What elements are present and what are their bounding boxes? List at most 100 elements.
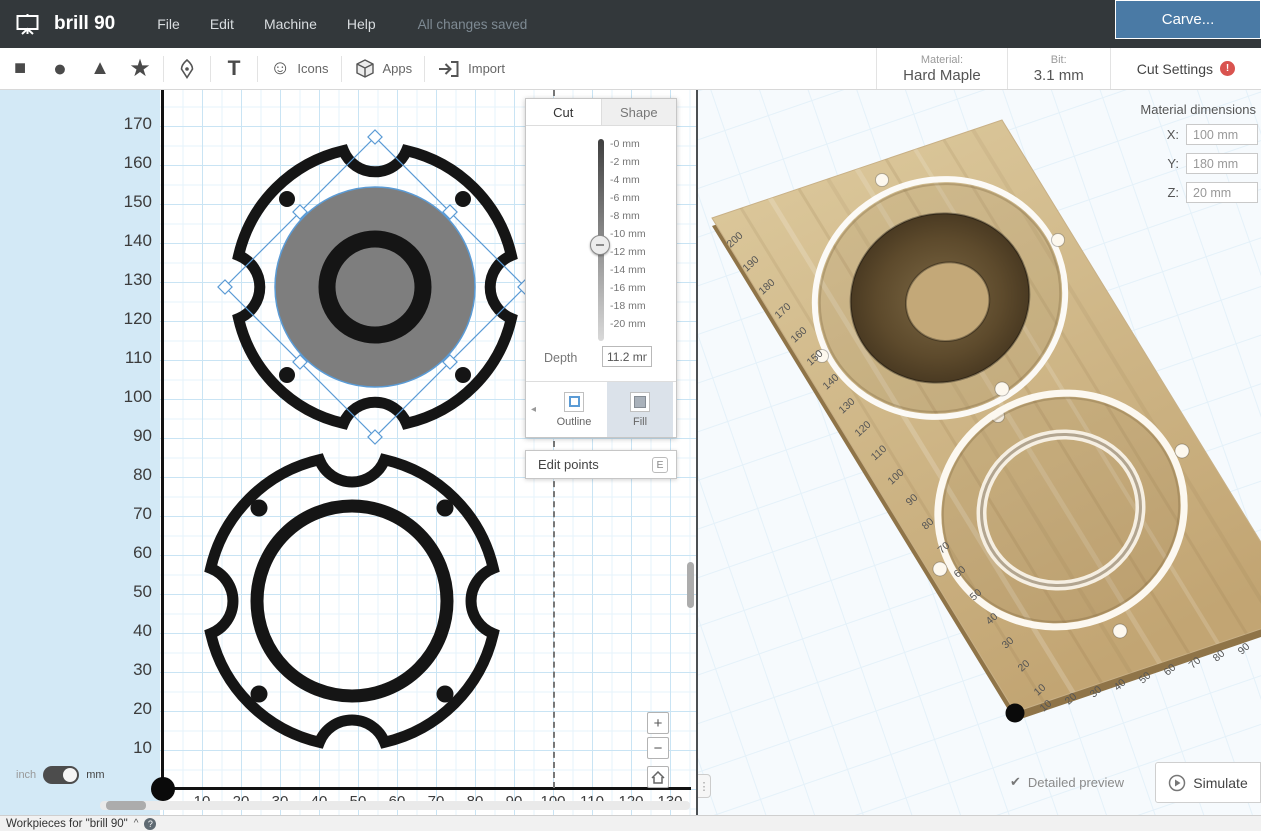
- unit-toggle: inch mm: [16, 766, 105, 784]
- dim-input[interactable]: [1186, 153, 1258, 174]
- scroll-left-icon[interactable]: ◂: [526, 382, 541, 437]
- apps-button[interactable]: Apps: [345, 48, 422, 89]
- depth-tick-label: -2 mm: [610, 156, 640, 168]
- project-title[interactable]: brill 90: [54, 13, 115, 35]
- top-bar: brill 90 File Edit Machine Help All changes…: [0, 0, 1261, 48]
- triangle-tool-button[interactable]: ▲: [80, 48, 120, 89]
- dim-axis-label: Z:: [1167, 185, 1179, 200]
- toolbar-separator: [163, 55, 164, 82]
- bit-label: Bit:: [1050, 53, 1067, 66]
- selected-fill-circle[interactable]: [274, 186, 476, 388]
- detailed-preview-toggle[interactable]: ✔ Detailed preview: [1010, 774, 1124, 790]
- mm-label[interactable]: mm: [86, 769, 104, 781]
- material-selector[interactable]: Material: Hard Maple: [876, 48, 1007, 89]
- import-icon: [439, 60, 459, 77]
- zoom-in-button[interactable]: +: [647, 712, 669, 734]
- pane-divider[interactable]: [696, 90, 698, 815]
- toolbar-separator: [424, 55, 426, 82]
- cut-type-section: ◂ Outline Fill: [526, 381, 676, 437]
- keyboard-shortcut-badge: E: [652, 456, 668, 473]
- depth-tick-label: -8 mm: [610, 210, 640, 222]
- edit-points-label: Edit points: [538, 457, 599, 472]
- import-label: Import: [468, 61, 505, 76]
- depth-tick-label: -18 mm: [610, 300, 646, 312]
- dim-axis-label: X:: [1166, 127, 1179, 142]
- depth-tick-label: -14 mm: [610, 264, 646, 276]
- shape-toolbar: ■ ● ▲ ★ T ☺ Icons Apps Import Material: …: [0, 48, 1261, 90]
- preview-pane[interactable]: 200 190 180 170 160 150 140 130 120 110 100 90 80 70 6…: [698, 90, 1261, 815]
- speaker-shape-top-selected[interactable]: [217, 129, 533, 445]
- circle-tool-button[interactable]: ●: [40, 48, 80, 89]
- outline-option-icon: [564, 391, 584, 412]
- menu-bar: File Edit Machine Help: [157, 16, 375, 32]
- toolbar-separator: [210, 55, 211, 82]
- play-icon: [1169, 774, 1186, 791]
- depth-input[interactable]: [602, 346, 652, 367]
- triangle-icon: ▲: [90, 57, 110, 79]
- depth-tick-label: -4 mm: [610, 174, 640, 186]
- material-dimensions: Material dimensions X: Y: Z:: [1140, 102, 1258, 211]
- material-dimensions-title: Material dimensions: [1140, 102, 1256, 117]
- fill-option-icon: [630, 391, 650, 412]
- depth-tick-label: -20 mm: [610, 318, 646, 330]
- carve-button[interactable]: Carve...: [1115, 0, 1261, 39]
- icons-library-button[interactable]: ☺ Icons: [261, 48, 338, 89]
- menu-edit[interactable]: Edit: [210, 16, 234, 32]
- menu-machine[interactable]: Machine: [264, 16, 317, 32]
- home-icon: [651, 770, 665, 784]
- pen-tool-button[interactable]: [167, 48, 207, 89]
- depth-tick-label: -16 mm: [610, 282, 646, 294]
- easel-app: brill 90 File Edit Machine Help All changes…: [0, 0, 1261, 831]
- design-canvas-pane[interactable]: 1801701601501401301201101009080706050403…: [0, 90, 696, 815]
- material-dim-row: X:: [1140, 124, 1258, 145]
- cut-type-outline[interactable]: Outline: [541, 382, 607, 437]
- circle-icon: ●: [53, 55, 67, 81]
- simulate-button[interactable]: Simulate: [1155, 762, 1261, 803]
- import-button[interactable]: Import: [428, 48, 514, 89]
- detailed-preview-label: Detailed preview: [1027, 774, 1125, 790]
- bit-selector[interactable]: Bit: 3.1 mm: [1006, 48, 1110, 89]
- text-tool-button[interactable]: T: [214, 48, 254, 89]
- vertical-scroll-thumb[interactable]: [687, 562, 694, 608]
- warning-badge-icon: !: [1220, 61, 1235, 76]
- tab-cut[interactable]: Cut: [526, 99, 602, 125]
- depth-slider-handle[interactable]: [590, 235, 610, 255]
- inch-label[interactable]: inch: [16, 769, 36, 781]
- easel-logo-icon[interactable]: [0, 11, 54, 38]
- preview-origin-dot: [1005, 703, 1025, 723]
- workpieces-label[interactable]: Workpieces for "brill 90": [6, 818, 128, 830]
- divider-drag-handle[interactable]: ⋮: [698, 774, 711, 798]
- vertical-scrollbar[interactable]: [687, 90, 695, 815]
- menu-help[interactable]: Help: [347, 16, 376, 32]
- icons-label: Icons: [297, 61, 329, 76]
- depth-tick-label: -10 mm: [610, 228, 646, 240]
- zoom-home-button[interactable]: [647, 766, 669, 788]
- dim-input[interactable]: [1186, 182, 1258, 203]
- apps-label: Apps: [382, 61, 413, 76]
- menu-file[interactable]: File: [157, 16, 180, 32]
- save-status: All changes saved: [417, 16, 528, 32]
- simulate-label: Simulate: [1193, 774, 1248, 791]
- toolbar-separator: [257, 55, 258, 82]
- edit-points-button[interactable]: Edit points E: [525, 450, 677, 479]
- outline-label: Outline: [556, 415, 592, 428]
- speaker-shape-bottom[interactable]: [204, 453, 500, 749]
- square-tool-button[interactable]: ■: [0, 48, 40, 89]
- help-icon[interactable]: ?: [144, 817, 157, 830]
- unit-switch[interactable]: [43, 766, 80, 784]
- depth-tick-label: -0 mm: [610, 138, 640, 150]
- fill-label: Fill: [632, 415, 648, 428]
- horizontal-scrollbar[interactable]: [100, 801, 690, 810]
- collapse-icon[interactable]: ^: [134, 818, 139, 829]
- dim-input[interactable]: [1186, 124, 1258, 145]
- square-icon: ■: [13, 57, 27, 79]
- star-tool-button[interactable]: ★: [120, 48, 160, 89]
- apps-cube-icon: [355, 58, 374, 78]
- material-dim-row: Z:: [1140, 182, 1258, 203]
- zoom-out-button[interactable]: −: [647, 737, 669, 759]
- material-dim-row: Y:: [1140, 153, 1258, 174]
- horizontal-scroll-thumb[interactable]: [106, 801, 146, 810]
- toolbar-separator: [340, 55, 342, 82]
- cut-settings-button[interactable]: Cut Settings !: [1109, 48, 1261, 89]
- cut-type-fill[interactable]: Fill: [607, 382, 673, 437]
